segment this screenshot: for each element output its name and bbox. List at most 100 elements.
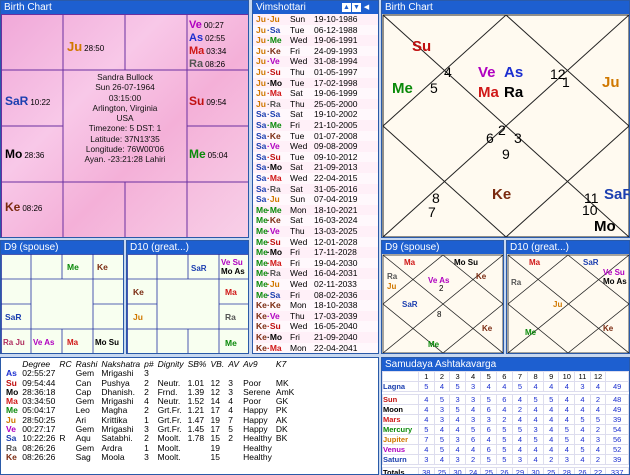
south-chart[interactable]: Ju 28:50 Ve 00:27 As 02:55 Ma 03:34 Ra 08:26 … <box>1 14 248 237</box>
vimshottari-row[interactable]: Sa·Ma Wed 22-04-2015 <box>253 173 378 184</box>
samudaya-row[interactable]: Mercury 5 4 4 5 6 5 5 3 4 5 4 2 54 <box>382 424 629 435</box>
bhukti-lord: ·Su <box>267 321 281 332</box>
vimshottari-row[interactable]: Ju·Su Thu 01-05-1997 <box>253 67 378 78</box>
samudaya-cell: 4 <box>558 404 576 415</box>
d10s-ju: Ju <box>133 312 143 322</box>
column-header: Dignity <box>157 359 184 369</box>
vimshottari-row[interactable]: Ju·Ke Fri 24-09-1993 <box>253 45 378 57</box>
bhukti-lord: ·Ke <box>267 300 281 311</box>
samudaya-cell: 4 <box>511 434 529 445</box>
samudaya-row[interactable]: Sun 4 5 3 3 5 6 4 5 5 4 4 2 48 <box>382 394 629 405</box>
bhukti-lord: ·Mo <box>267 332 283 342</box>
samudaya-total: 48 <box>605 394 629 405</box>
vimshottari-row[interactable]: Ke·Ke Mon 18-10-2038 <box>253 300 378 311</box>
vimshottari-row[interactable]: Me·Ra Wed 16-04-2031 <box>253 268 378 279</box>
vimshottari-row[interactable]: Sa·Mo Sat 21-09-2013 <box>253 162 378 173</box>
vimshottari-row[interactable]: Me·Su Wed 12-01-2028 <box>253 236 378 248</box>
samudaya-row[interactable]: Mars 4 3 4 3 3 2 4 4 4 4 5 5 39 <box>382 414 629 425</box>
d10-north-title: D10 (great...) <box>507 241 629 254</box>
vimshottari-row[interactable]: Ju·Ra Thu 25-05-2000 <box>253 98 378 110</box>
day-label: Thu <box>290 67 305 77</box>
vimshottari-row[interactable]: Sa·Me Fri 21-10-2005 <box>253 120 378 131</box>
samudaya-cell: 5 <box>496 454 513 465</box>
vimshottari-row[interactable]: Sa·Ra Sat 31-05-2016 <box>253 183 378 195</box>
day-label: Wed <box>290 141 308 152</box>
vimshottari-row[interactable]: Me·Ju Wed 02-11-2033 <box>253 279 378 290</box>
samudaya-row[interactable]: Venus 4 5 4 4 6 5 4 4 4 4 5 4 52 <box>382 444 629 455</box>
table-cell <box>226 453 241 462</box>
samudaya-cell: 30 <box>527 467 544 474</box>
vimshottari-row[interactable]: Sa·Ve Wed 09-08-2009 <box>253 141 378 152</box>
dasha-lord: Ke <box>256 300 267 311</box>
dasha-lord: Ke <box>256 321 267 332</box>
vimshottari-row[interactable]: Me·Ma Fri 19-04-2030 <box>253 257 378 269</box>
samudaya-total: 39 <box>605 414 629 425</box>
d9n-num2: 8 <box>437 310 442 319</box>
day-label: Sat <box>290 215 303 226</box>
scroll-up-arrow-icon[interactable]: ▲ <box>342 3 351 12</box>
vimshottari-row[interactable]: Sa·Su Tue 09-10-2012 <box>253 151 378 163</box>
samudaya-cell: 25 <box>433 467 451 474</box>
date-label: 22-04-2041 <box>314 342 358 353</box>
vimshottari-row[interactable]: Me·Sa Fri 08-02-2036 <box>253 289 378 301</box>
d10s-ra: Ra <box>225 312 236 322</box>
d10-south-chart[interactable]: SaR Ve Su Mo As Ke Ma Ju Ra Me <box>127 254 248 353</box>
vimshottari-row[interactable]: Ke·Mo Fri 21-09-2040 <box>253 332 378 343</box>
dasha-lord: Me <box>256 215 268 226</box>
table-row[interactable]: Ke 08:26:26 Sag Moola 3 Moolt. 15 Healthy <box>4 451 296 462</box>
samudaya-cell: 6 <box>480 424 498 435</box>
dasha-lord: Me <box>256 226 268 236</box>
samudaya-cell: 4 <box>558 414 576 425</box>
vimshottari-row[interactable]: Sa·Ju Sun 07-04-2019 <box>253 194 378 205</box>
north-chart[interactable]: 2 Ve As Ma Ra 1 Ju 11 SaR 10 Mo 9 8 Ke 5 Me 4 Su 3 12 7 6 <box>382 14 629 237</box>
vimshottari-row[interactable]: Ju·Me Wed 19-06-1991 <box>253 35 378 46</box>
samudaya-row[interactable]: Jupiter 7 5 3 6 4 5 4 5 4 5 4 3 56 <box>382 434 629 445</box>
north-chart-panel: Birth Chart 2 Ve As Ma Ra 1 Ju 11 SaR 10 Mo 9 8 Ke 5 Me… <box>381 0 630 238</box>
d10-north-chart[interactable]: Ma SaR Ve Su Mo As Ju Ra Me Ke <box>507 254 629 353</box>
vimshottari-row[interactable]: Ke·Su Wed 16-05-2040 <box>253 321 378 332</box>
planet-table[interactable]: Degree RC Rashi Nakshatra p# Dignity SB% VB. AV A… <box>4 359 296 462</box>
samudaya-table[interactable]: 1 2 3 4 5 6 7 8 9 10 11 12 Lagna 5 4 5 3 4 4 5 4 4 4 3 4 49 Sun 4 5 3… <box>382 371 629 474</box>
north-planet-ma: Ma <box>478 84 499 101</box>
birth-info: Sandra Bullock Sun 26-07-1964 03:15:00 A… <box>64 72 186 165</box>
samudaya-row[interactable]: Lagna 5 4 5 3 4 4 5 4 4 4 3 4 49 <box>382 381 629 392</box>
samudaya-row[interactable]: Saturn 3 4 3 2 5 5 3 4 2 3 4 2 39 <box>382 454 629 465</box>
samudaya-row[interactable]: Moon 4 3 5 4 6 4 2 4 4 4 4 4 49 <box>382 404 629 415</box>
vimshottari-row[interactable]: Ju·Ju Sun 19-10-1986 <box>253 14 378 25</box>
vimshottari-row[interactable]: Ju·Ve Wed 31-08-1994 <box>253 56 378 67</box>
vimshottari-row[interactable]: Ke·Ve Thu 17-03-2039 <box>253 310 378 322</box>
samudaya-cell: 3 <box>449 454 466 465</box>
d10n-me: Me <box>525 328 537 337</box>
d10s-moas: Mo As <box>221 267 245 276</box>
vimshottari-row[interactable]: Me·Me Mon 18-10-2021 <box>253 204 378 216</box>
samudaya-row[interactable]: Totals 38 25 30 24 25 26 29 30 25 28 26 22 337 <box>382 467 629 474</box>
vimshottari-row[interactable]: Ju·Mo Tue 17-02-1998 <box>253 77 378 89</box>
table-cell: Moola <box>101 451 125 462</box>
scroll-down-arrow-icon[interactable]: ▼ <box>352 3 361 12</box>
vimshottari-row[interactable]: Me·Ke Sat 16-03-2024 <box>253 215 378 226</box>
vimshottari-list[interactable]: Ju·Ju Sun 19-10-1986 Ju·Sa Tue 06-12-1988 Ju·M… <box>253 14 378 353</box>
samudaya-cell: 5 <box>511 424 529 435</box>
samudaya-cell: 5 <box>433 394 451 405</box>
birth-chart-title: Birth Chart <box>1 1 248 14</box>
bhukti-lord: ·Sa <box>267 24 281 35</box>
d9s-ke: Ke <box>97 262 108 272</box>
vimshottari-row[interactable]: Me·Ve Thu 13-03-2025 <box>253 226 378 237</box>
vimshottari-row[interactable]: Sa·Ke Tue 01-07-2008 <box>253 130 378 142</box>
table-cell: Healthy <box>243 451 272 462</box>
prev-arrow-icon[interactable]: ◀ <box>362 3 371 12</box>
d9-south-chart[interactable]: Me Ke SaR Ra Ju Ve As Ma Mo Su <box>1 254 123 353</box>
samudaya-total: 49 <box>605 381 629 392</box>
d9-north-chart[interactable]: Ma Mo Su Ve As Ke Ra Ju SaR Me Ke 2 8 <box>382 254 503 353</box>
d9s-sa: SaR <box>5 312 22 322</box>
samudaya-cell: 4 <box>433 424 451 435</box>
bhukti-lord: ·Mo <box>267 77 283 88</box>
d9s-veas: Ve As <box>33 338 55 347</box>
vimshottari-row[interactable]: Ju·Ma Sat 19-06-1999 <box>253 88 378 99</box>
vimshottari-row[interactable]: Ke·Ma Mon 22-04-2041 <box>253 342 378 353</box>
vimshottari-row[interactable]: Ju·Sa Tue 06-12-1988 <box>253 24 378 36</box>
vimshottari-row[interactable]: Sa·Sa Sat 19-10-2002 <box>253 109 378 120</box>
vimshottari-row[interactable]: Me·Mo Fri 17-11-2028 <box>253 247 378 258</box>
table-cell: Ke <box>6 451 17 462</box>
samudaya-table-wrap[interactable]: 1 2 3 4 5 6 7 8 9 10 11 12 Lagna 5 4 5 3 4 4 5 4 4 4 3 4 49 Sun 4 5 3… <box>382 371 629 474</box>
